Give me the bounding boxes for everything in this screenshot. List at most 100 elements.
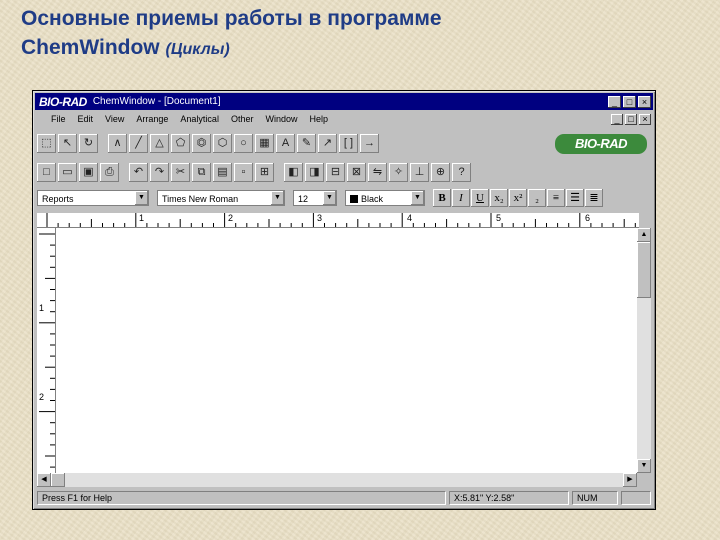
clean-up-icon[interactable]: ✧ [389, 162, 408, 182]
drawing-toolbar: ⬚ ↖ ↻ ∧ ╱ △ ⬠ ⏣ ⬡ ○ ▦ A ✎ ↗ [ ] → [37, 131, 381, 155]
flip-icon[interactable]: ⇋ [368, 162, 387, 182]
scroll-down-icon[interactable]: ▼ [637, 459, 651, 473]
cut-icon[interactable]: ✂ [171, 162, 190, 182]
hruler-mark-2: 2 [228, 213, 234, 223]
doc-minimize-button[interactable]: _ [611, 113, 623, 125]
size-select-value: 12 [298, 194, 309, 204]
new-file-icon[interactable]: □ [37, 162, 56, 182]
send-back-icon[interactable]: ◨ [305, 162, 324, 182]
status-num-lock: NUM [572, 491, 618, 505]
group-icon[interactable]: ⊞ [255, 162, 274, 182]
align-right-icon[interactable]: ≣ [585, 189, 603, 207]
subscript-icon[interactable]: x₂ [490, 189, 508, 207]
font-select[interactable]: Times New Roman ▼ [157, 190, 285, 206]
horizontal-ruler-ticks [46, 213, 636, 227]
scroll-right-icon[interactable]: ▶ [623, 473, 637, 487]
redo-icon[interactable]: ↷ [150, 162, 169, 182]
menu-window[interactable]: Window [259, 114, 303, 124]
menu-view[interactable]: View [99, 114, 130, 124]
copy-icon[interactable]: ⧉ [192, 162, 211, 182]
horizontal-scroll-thumb[interactable] [51, 473, 65, 487]
chevron-down-icon[interactable]: ▼ [271, 191, 284, 205]
benzene-icon[interactable]: ⏣ [192, 133, 211, 153]
minimize-button[interactable]: _ [608, 95, 621, 108]
close-button[interactable]: × [638, 95, 651, 108]
menu-analytical[interactable]: Analytical [174, 114, 225, 124]
maximize-button[interactable]: □ [623, 95, 636, 108]
lasso-icon[interactable]: ↖ [58, 133, 77, 153]
color-select[interactable]: Black ▼ [345, 190, 425, 206]
menu-other[interactable]: Other [225, 114, 260, 124]
title-bar[interactable]: BIO-RAD ChemWindow - [Document1] _ □ × [35, 93, 653, 110]
hruler-mark-1: 1 [139, 213, 145, 223]
slide-title-paren: (Циклы) [165, 41, 230, 58]
biorad-title-logo: BIO-RAD [39, 94, 87, 109]
biorad-logo: BIO-RAD [555, 134, 647, 154]
chain-bond-icon[interactable]: ∧ [108, 133, 127, 153]
status-help-text: Press F1 for Help [37, 491, 446, 505]
vertical-ruler: 1 2 [37, 228, 56, 473]
format-toolbar: Reports ▼ Times New Roman ▼ 12 ▼ Black ▼… [37, 187, 651, 209]
horizontal-ruler: 1 2 3 4 5 6 [37, 213, 639, 228]
cyclohexane-icon[interactable]: ⬡ [213, 133, 232, 153]
size-select[interactable]: 12 ▼ [293, 190, 337, 206]
slide-title-line1: Основные приемы работы в программе [21, 7, 442, 30]
color-swatch [350, 195, 358, 203]
help-icon[interactable]: ? [452, 162, 471, 182]
scroll-left-icon[interactable]: ◀ [37, 473, 51, 487]
formula-icon[interactable]: ₂ [528, 189, 546, 207]
save-icon[interactable]: ▣ [79, 162, 98, 182]
vruler-mark-2: 2 [39, 392, 45, 402]
bring-front-icon[interactable]: ◧ [284, 162, 303, 182]
undo-icon[interactable]: ↶ [129, 162, 148, 182]
arrow-tool-icon[interactable]: ↗ [318, 133, 337, 153]
menu-arrange[interactable]: Arrange [130, 114, 174, 124]
pen-tool-icon[interactable]: ✎ [297, 133, 316, 153]
align-center-icon[interactable]: ☰ [566, 189, 584, 207]
status-coordinates: X:5.81" Y:2.58" [449, 491, 569, 505]
reaction-arrow-icon[interactable]: → [360, 133, 379, 153]
open-file-icon[interactable]: ▭ [58, 162, 77, 182]
doc-close-button[interactable]: × [639, 113, 651, 125]
doc-restore-button[interactable]: □ [625, 113, 637, 125]
menu-help[interactable]: Help [303, 114, 334, 124]
scroll-up-icon[interactable]: ▲ [637, 228, 651, 242]
chevron-down-icon[interactable]: ▼ [323, 191, 336, 205]
chevron-down-icon[interactable]: ▼ [411, 191, 424, 205]
distribute-icon[interactable]: ⊠ [347, 162, 366, 182]
underline-icon[interactable]: U [471, 189, 489, 207]
rotate-icon[interactable]: ↻ [79, 133, 98, 153]
drawing-canvas[interactable] [56, 228, 637, 473]
single-bond-icon[interactable]: ╱ [129, 133, 148, 153]
italic-icon[interactable]: I [452, 189, 470, 207]
align-left-icon[interactable]: ≡ [547, 189, 565, 207]
vertical-scroll-thumb[interactable] [637, 242, 651, 298]
superscript-icon[interactable]: x² [509, 189, 527, 207]
chemwindow-app-window: BIO-RAD ChemWindow - [Document1] _ □ × F… [32, 90, 656, 510]
hruler-mark-5: 5 [496, 213, 502, 223]
color-select-value: Black [361, 194, 384, 204]
menu-bar: File Edit View Arrange Analytical Other … [35, 111, 653, 127]
menu-edit[interactable]: Edit [72, 114, 100, 124]
align-icon[interactable]: ⊟ [326, 162, 345, 182]
cycloheptane-icon[interactable]: ○ [234, 133, 253, 153]
zoom-icon[interactable]: ⊕ [431, 162, 450, 182]
cyclopentane-icon[interactable]: ⬠ [171, 133, 190, 153]
horizontal-scrollbar[interactable]: ◀ ▶ [37, 473, 637, 487]
bold-icon[interactable]: B [433, 189, 451, 207]
print-icon[interactable]: ⎙ [100, 162, 119, 182]
paste-icon[interactable]: ▤ [213, 162, 232, 182]
style-select[interactable]: Reports ▼ [37, 190, 149, 206]
slide-title: Основные приемы работы в программе ChemW… [21, 4, 701, 64]
cyclopropane-icon[interactable]: △ [150, 133, 169, 153]
clear-icon[interactable]: ▫ [234, 162, 253, 182]
select-rect-icon[interactable]: ⬚ [37, 133, 56, 153]
vertical-scrollbar[interactable]: ▲ ▼ [637, 228, 651, 473]
standard-toolbar: □ ▭ ▣ ⎙ ↶ ↷ ✂ ⧉ ▤ ▫ ⊞ ◧ ◨ ⊟ ⊠ ⇋ ✧ ⊥ ⊕ ? [37, 160, 473, 184]
spectrum-icon[interactable]: ⊥ [410, 162, 429, 182]
menu-file[interactable]: File [35, 114, 72, 124]
template-icon[interactable]: ▦ [255, 133, 274, 153]
chevron-down-icon[interactable]: ▼ [135, 191, 148, 205]
bracket-tool-icon[interactable]: [ ] [339, 133, 358, 153]
text-tool-icon[interactable]: A [276, 133, 295, 153]
